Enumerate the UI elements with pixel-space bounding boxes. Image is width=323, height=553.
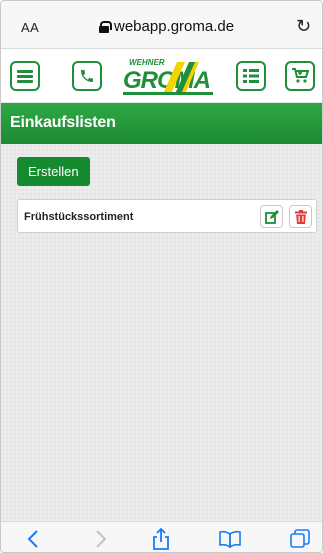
page-header: Einkaufslisten [1,103,322,144]
url-text: webapp.groma.de [114,18,235,35]
tabs-icon [290,529,310,548]
back-button[interactable] [21,527,45,551]
phone-screen: AA webapp.groma.de ↻ WEHNER GROMA Einkau… [0,0,323,553]
book-icon [219,530,241,548]
reload-icon[interactable]: ↻ [296,16,311,37]
cart-icon [292,68,309,83]
hamburger-icon [17,70,33,83]
logo-top-text: WEHNER [129,58,165,67]
share-icon [153,528,169,550]
phone-icon [81,70,93,82]
logo-graphic: WEHNER GROMA [123,58,213,95]
edit-icon [264,209,279,224]
url-field[interactable]: webapp.groma.de [99,18,234,35]
tabs-button[interactable] [288,527,312,551]
page-title: Einkaufslisten [10,114,116,131]
menu-button[interactable] [10,61,40,91]
bookmarks-button[interactable] [218,527,242,551]
browser-address-bar: AA webapp.groma.de ↻ [1,1,322,49]
main-content: Erstellen Frühstückssortiment [1,144,322,521]
phone-button[interactable] [72,61,102,91]
forward-button[interactable] [89,527,113,551]
lock-icon [99,20,112,33]
list-item-name: Frühstückssortiment [24,211,134,223]
delete-list-button[interactable] [289,205,312,228]
app-toolbar: WEHNER GROMA [1,49,322,103]
list-button[interactable] [236,61,266,91]
trash-icon [294,209,307,224]
cart-button[interactable] [285,61,315,91]
list-item[interactable]: Frühstückssortiment [17,199,317,233]
chevron-left-icon [27,530,38,548]
chevron-right-icon [96,530,107,548]
list-icon [243,69,259,83]
edit-list-button[interactable] [260,205,283,228]
text-size-button[interactable]: AA [21,20,39,35]
create-list-button[interactable]: Erstellen [17,157,90,186]
groma-logo[interactable]: WEHNER GROMA [119,54,215,98]
share-button[interactable] [149,527,173,551]
browser-bottom-bar [1,521,322,552]
